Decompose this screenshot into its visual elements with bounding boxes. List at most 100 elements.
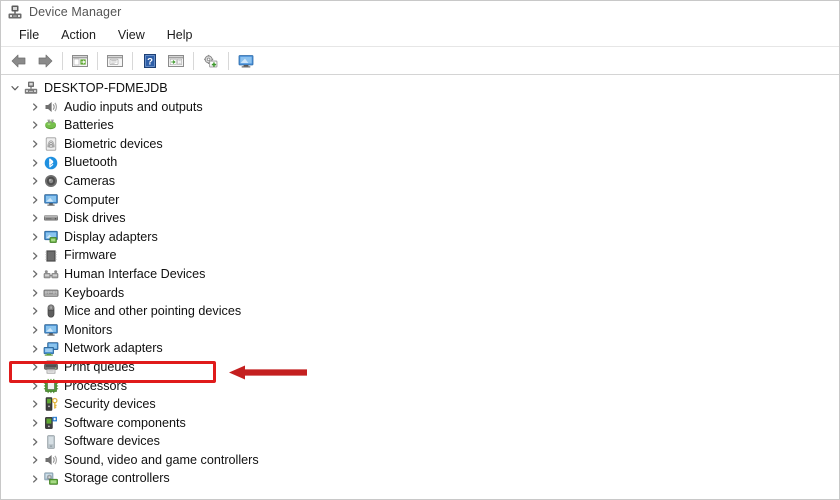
tree-item-keyboards[interactable]: Keyboards (1, 284, 839, 303)
chevron-right-icon[interactable] (27, 229, 43, 245)
chevron-right-icon[interactable] (27, 266, 43, 282)
tree-item-firmware[interactable]: Firmware (1, 246, 839, 265)
tree-item-sound-video-and-game-controllers[interactable]: Sound, video and game controllers (1, 451, 839, 470)
chevron-right-icon[interactable] (27, 341, 43, 357)
toolbar-separator (62, 51, 63, 70)
device-tree[interactable]: DESKTOP-FDMEJDB Audio inputs and outputs… (1, 75, 839, 499)
tree-item-label: Security devices (64, 397, 156, 412)
chevron-right-icon[interactable] (27, 415, 43, 431)
back-icon[interactable] (7, 50, 31, 72)
tree-item-label: Software components (64, 415, 186, 430)
tree-item-label: Human Interface Devices (64, 266, 206, 281)
menu-action[interactable]: Action (51, 26, 106, 44)
tree-item-label: Software devices (64, 434, 160, 449)
tree-item-label: Firmware (64, 248, 117, 263)
disk-drive-icon (43, 210, 59, 226)
tree-item-software-components[interactable]: Software components (1, 414, 839, 433)
tree-item-cameras[interactable]: Cameras (1, 172, 839, 191)
chevron-right-icon[interactable] (27, 285, 43, 301)
storage-controller-icon (43, 471, 59, 487)
tree-item-display-adapters[interactable]: Display adapters (1, 228, 839, 247)
firmware-chip-icon (43, 248, 59, 264)
tree-item-label: Network adapters (64, 341, 163, 356)
camera-icon (43, 173, 59, 189)
security-device-icon (43, 396, 59, 412)
tree-item-human-interface-devices[interactable]: Human Interface Devices (1, 265, 839, 284)
tree-item-label: Computer (64, 192, 120, 207)
scan-for-hardware-changes-icon[interactable] (199, 50, 223, 72)
chevron-down-icon[interactable] (7, 80, 23, 96)
software-component-icon (43, 415, 59, 431)
forward-icon[interactable] (33, 50, 57, 72)
toolbar: ? (1, 47, 839, 75)
computer-icon (23, 80, 39, 96)
processor-icon (43, 378, 59, 394)
tree-item-computer[interactable]: Computer (1, 191, 839, 210)
chevron-right-icon[interactable] (27, 378, 43, 394)
chevron-right-icon[interactable] (27, 173, 43, 189)
tree-item-security-devices[interactable]: Security devices (1, 395, 839, 414)
tree-item-mice-and-other-pointing-devices[interactable]: Mice and other pointing devices (1, 302, 839, 321)
menu-help[interactable]: Help (157, 26, 203, 44)
tree-item-software-devices[interactable]: Software devices (1, 432, 839, 451)
chevron-right-icon[interactable] (27, 136, 43, 152)
menu-file[interactable]: File (9, 26, 49, 44)
chevron-right-icon[interactable] (27, 396, 43, 412)
chevron-right-icon[interactable] (27, 303, 43, 319)
properties-icon[interactable] (103, 50, 127, 72)
device-manager-window: Device Manager File Action View Help ? D… (0, 0, 840, 500)
tree-item-audio-inputs-and-outputs[interactable]: Audio inputs and outputs (1, 98, 839, 117)
chevron-right-icon[interactable] (27, 155, 43, 171)
device-manager-icon (7, 4, 23, 20)
tree-item-label: Display adapters (64, 229, 158, 244)
bluetooth-icon (43, 155, 59, 171)
chevron-right-icon[interactable] (27, 359, 43, 375)
chevron-right-icon[interactable] (27, 471, 43, 487)
window-title: Device Manager (29, 5, 122, 19)
help-icon[interactable]: ? (138, 50, 162, 72)
chevron-right-icon[interactable] (27, 434, 43, 450)
keyboard-icon (43, 285, 59, 301)
tree-item-batteries[interactable]: Batteries (1, 116, 839, 135)
chevron-right-icon[interactable] (27, 192, 43, 208)
svg-text:?: ? (147, 56, 153, 67)
tree-item-disk-drives[interactable]: Disk drives (1, 209, 839, 228)
display-adapter-icon (43, 229, 59, 245)
tree-item-network-adapters[interactable]: Network adapters (1, 339, 839, 358)
tree-item-processors[interactable]: Processors (1, 377, 839, 396)
software-device-icon (43, 434, 59, 450)
menu-view[interactable]: View (108, 26, 155, 44)
fingerprint-icon (43, 136, 59, 152)
title-bar: Device Manager (1, 1, 839, 23)
tree-item-label: Bluetooth (64, 155, 118, 170)
toolbar-separator (97, 51, 98, 70)
toolbar-separator (132, 51, 133, 70)
chevron-right-icon[interactable] (27, 248, 43, 264)
tree-item-label: Disk drives (64, 211, 126, 226)
chevron-right-icon[interactable] (27, 210, 43, 226)
toolbar-separator (193, 51, 194, 70)
speaker-icon (43, 99, 59, 115)
tree-item-label: Keyboards (64, 285, 125, 300)
update-driver-icon[interactable] (164, 50, 188, 72)
monitor-icon (43, 322, 59, 338)
tree-item-label: Sound, video and game controllers (64, 452, 259, 467)
mouse-icon (43, 303, 59, 319)
tree-item-label: Audio inputs and outputs (64, 99, 203, 114)
tree-item-label: Mice and other pointing devices (64, 304, 242, 319)
chevron-right-icon[interactable] (27, 322, 43, 338)
tree-item-biometric-devices[interactable]: Biometric devices (1, 135, 839, 154)
tree-item-bluetooth[interactable]: Bluetooth (1, 153, 839, 172)
chevron-right-icon[interactable] (27, 117, 43, 133)
battery-icon (43, 117, 59, 133)
tree-item-storage-controllers[interactable]: Storage controllers (1, 469, 839, 488)
tree-item-print-queues[interactable]: Print queues (1, 358, 839, 377)
tree-item-monitors[interactable]: Monitors (1, 321, 839, 340)
chevron-right-icon[interactable] (27, 452, 43, 468)
tree-item-label: Print queues (64, 359, 135, 374)
display-devices-icon[interactable] (234, 50, 258, 72)
chevron-right-icon[interactable] (27, 99, 43, 115)
tree-root-row[interactable]: DESKTOP-FDMEJDB (1, 79, 839, 98)
monitor-icon (43, 192, 59, 208)
show-hide-console-tree-icon[interactable] (68, 50, 92, 72)
